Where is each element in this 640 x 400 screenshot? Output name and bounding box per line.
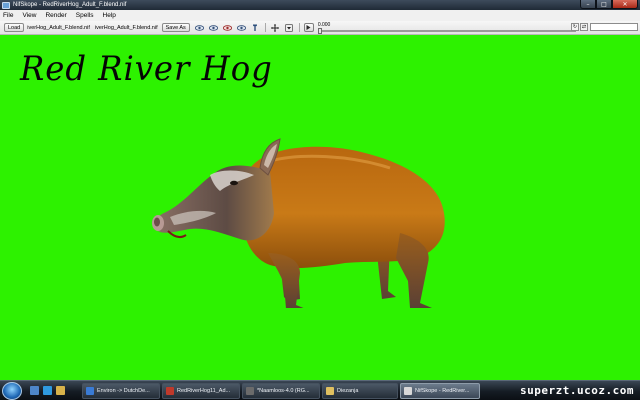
maximize-button[interactable]: □ bbox=[596, 0, 612, 9]
close-button[interactable]: ✕ bbox=[612, 0, 638, 9]
render-viewport[interactable]: Red River Hog bbox=[0, 35, 640, 380]
folder-icon bbox=[326, 387, 334, 395]
taskbar: Environ -> DutchDe... RedRiverHog11_Ad..… bbox=[0, 380, 640, 400]
window-title: NifSkope - RedRiverHog_Adult_F.blend.nif bbox=[13, 2, 127, 8]
bone-icon[interactable] bbox=[251, 23, 260, 32]
folder-icon[interactable] bbox=[56, 386, 65, 395]
ie-icon[interactable] bbox=[43, 386, 52, 395]
menu-spells[interactable]: Spells bbox=[76, 12, 94, 19]
menu-file[interactable]: File bbox=[3, 12, 13, 19]
taskbar-button-naamloos[interactable]: *Naamloos-4.0 (RG... bbox=[242, 383, 320, 399]
app-icon bbox=[2, 1, 10, 9]
toolbar: Load iverHog_Adult_F.blend.nif iverHog_A… bbox=[0, 21, 640, 35]
task-label: Diezanja bbox=[337, 388, 359, 394]
menu-bar: File View Render Spells Help bbox=[0, 10, 640, 21]
toolbar-separator bbox=[264, 23, 266, 32]
toolbar-separator bbox=[298, 23, 300, 32]
task-label: *Naamloos-4.0 (RG... bbox=[257, 388, 310, 394]
menu-render[interactable]: Render bbox=[45, 12, 66, 19]
minimize-button[interactable]: – bbox=[580, 0, 596, 9]
animation-controls: ↻ ⇄ bbox=[570, 23, 638, 31]
time-slider[interactable]: 0.000 bbox=[317, 22, 576, 34]
slider-thumb[interactable] bbox=[317, 27, 322, 34]
slider-track[interactable] bbox=[317, 29, 576, 32]
taskbar-button-nifskope[interactable]: NifSkope - RedRiver... bbox=[400, 383, 480, 399]
menu-help[interactable]: Help bbox=[103, 12, 116, 19]
start-button[interactable] bbox=[2, 382, 22, 400]
menu-view[interactable]: View bbox=[22, 12, 36, 19]
caption-text: Red River Hog bbox=[20, 49, 273, 89]
load-file-field[interactable]: iverHog_Adult_F.blend.nif bbox=[27, 23, 90, 32]
desktop-icon[interactable] bbox=[30, 386, 39, 395]
play-button[interactable] bbox=[303, 23, 314, 32]
window-controls: – □ ✕ bbox=[580, 0, 638, 10]
eye-icon[interactable] bbox=[194, 24, 204, 32]
dropdown-icon[interactable] bbox=[285, 23, 294, 32]
switch-icon[interactable]: ⇄ bbox=[580, 23, 588, 31]
title-bar: NifSkope - RedRiverHog_Adult_F.blend.nif… bbox=[0, 0, 640, 10]
taskbar-button-redriverhog[interactable]: RedRiverHog11_Ad... bbox=[162, 383, 240, 399]
app-icon bbox=[246, 387, 254, 395]
watermark: superzt.ucoz.com bbox=[520, 384, 634, 397]
red-river-hog-model bbox=[152, 138, 445, 308]
app-icon bbox=[86, 387, 94, 395]
quick-launch bbox=[30, 386, 69, 395]
task-label: RedRiverHog11_Ad... bbox=[177, 388, 231, 394]
task-label: NifSkope - RedRiver... bbox=[415, 388, 470, 394]
app-icon bbox=[404, 387, 412, 395]
eye-icon[interactable] bbox=[222, 24, 232, 32]
save-as-button[interactable]: Save As bbox=[161, 23, 190, 32]
app-icon bbox=[166, 387, 174, 395]
save-file-field[interactable]: iverHog_Adult_F.blend.nif bbox=[95, 23, 158, 32]
taskbar-button-environ[interactable]: Environ -> DutchDe... bbox=[82, 383, 160, 399]
pan-icon[interactable] bbox=[271, 23, 280, 32]
animation-select[interactable] bbox=[590, 23, 638, 31]
taskbar-button-diezanja[interactable]: Diezanja bbox=[322, 383, 398, 399]
task-label: Environ -> DutchDe... bbox=[97, 388, 150, 394]
eye-icon[interactable] bbox=[208, 24, 218, 32]
eye-icon[interactable] bbox=[236, 24, 246, 32]
loop-icon[interactable]: ↻ bbox=[571, 23, 579, 31]
load-button[interactable]: Load bbox=[4, 23, 25, 32]
